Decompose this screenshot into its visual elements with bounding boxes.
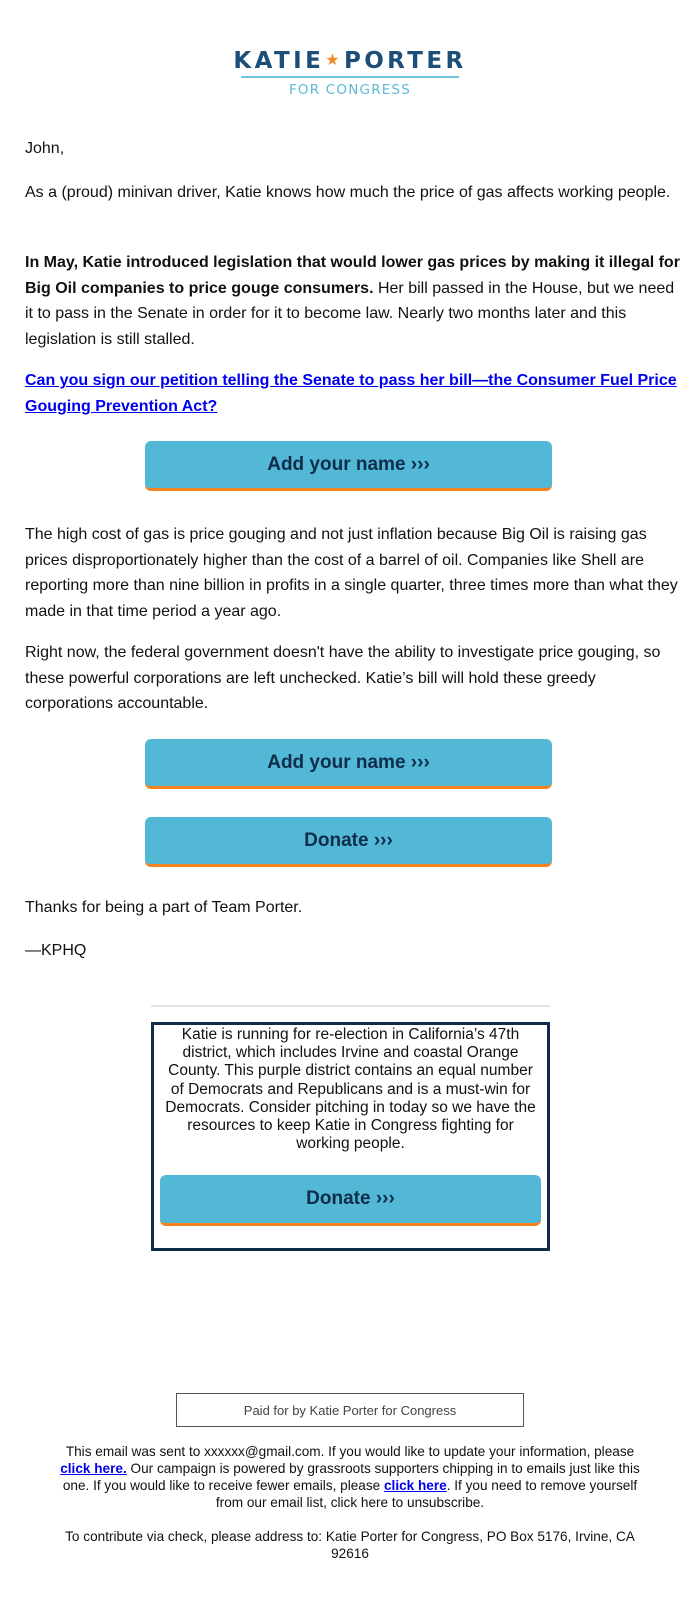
- footer-text-a: This email was sent to xxxxxx@gmail.com.…: [65, 1444, 635, 1459]
- paragraph-3-text: The high cost of gas is price gouging an…: [25, 526, 678, 620]
- callout-donate-button[interactable]: Donate ›››: [160, 1175, 541, 1226]
- paragraph-3: The high cost of gas is price gouging an…: [25, 522, 680, 624]
- paid-for-disclaimer: Paid for by Katie Porter for Congress: [176, 1393, 524, 1427]
- petition-link[interactable]: Can you sign our petition telling the Se…: [25, 372, 677, 415]
- logo-divider: [241, 76, 459, 78]
- logo-wordmark: KATIE★PORTER: [233, 46, 466, 75]
- callout-text: Katie is running for re-election in Cali…: [165, 1026, 536, 1153]
- donate-button[interactable]: Donate ›››: [145, 817, 552, 867]
- logo-name-right: PORTER: [343, 48, 467, 74]
- paragraph-2-text: In May, Katie introduced legislation tha…: [25, 250, 680, 352]
- footer-address: To contribute via check, please address …: [65, 1529, 635, 1561]
- signature-text: —KPHQ: [25, 942, 87, 959]
- add-your-name-button-2[interactable]: Add your name ›››: [145, 739, 552, 789]
- paragraph-4-text: Right now, the federal government doesn'…: [25, 644, 661, 712]
- footer: This email was sent to xxxxxx@gmail.com.…: [50, 1443, 650, 1562]
- logo-subtitle: FOR CONGRESS: [288, 82, 412, 98]
- paragraph-2: In May, Katie introduced legislation tha…: [25, 250, 680, 352]
- campaign-logo: KATIE★PORTER FOR CONGRESS: [0, 46, 700, 99]
- signature: —KPHQ: [25, 938, 680, 964]
- paragraph-1: As a (proud) minivan driver, Katie knows…: [25, 180, 680, 206]
- paragraph-1-text: As a (proud) minivan driver, Katie knows…: [25, 184, 671, 201]
- fewer-emails-link[interactable]: click here: [384, 1478, 447, 1493]
- add-your-name-button-1[interactable]: Add your name ›››: [145, 441, 552, 491]
- update-info-link[interactable]: click here.: [60, 1461, 127, 1476]
- callout-box: Katie is running for re-election in Cali…: [151, 1022, 550, 1251]
- logo-name-left: KATIE: [233, 48, 325, 74]
- thanks-paragraph: Thanks for being a part of Team Porter.: [25, 895, 680, 921]
- section-divider: [151, 1005, 550, 1007]
- greeting: John,: [25, 136, 680, 162]
- greeting-text: John,: [25, 140, 65, 157]
- thanks-text: Thanks for being a part of Team Porter.: [25, 899, 303, 916]
- star-icon: ★: [325, 50, 343, 69]
- petition-paragraph: Can you sign our petition telling the Se…: [25, 368, 680, 419]
- footer-info: This email was sent to xxxxxx@gmail.com.…: [50, 1443, 650, 1511]
- paragraph-4: Right now, the federal government doesn'…: [25, 640, 680, 717]
